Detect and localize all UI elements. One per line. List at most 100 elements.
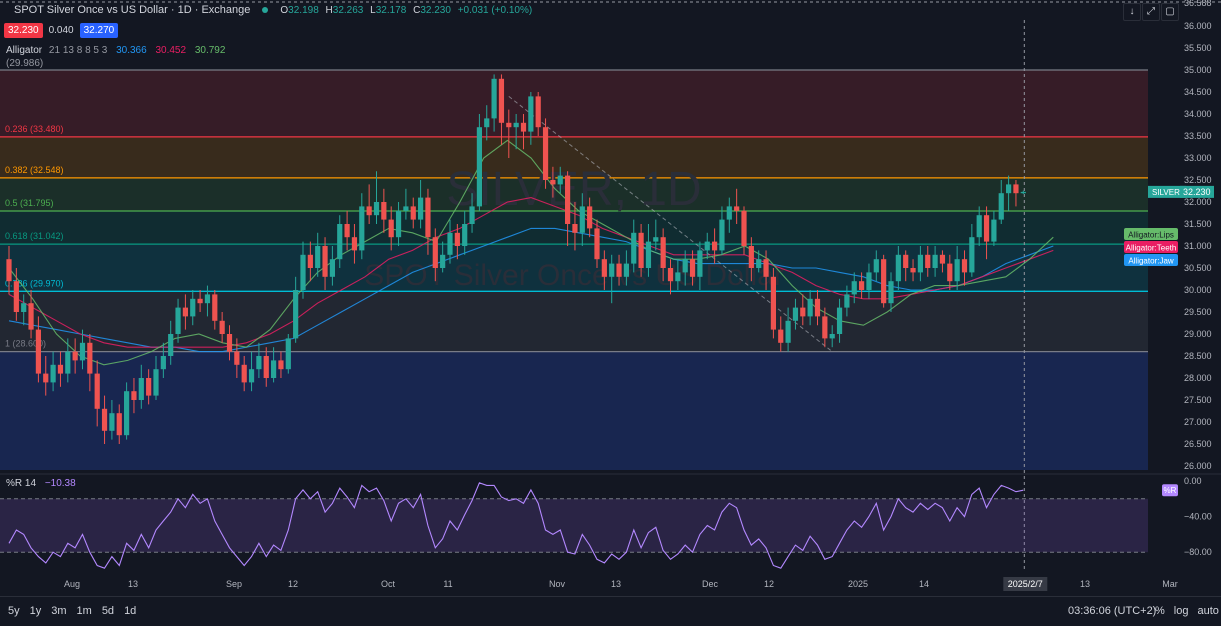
candle [50,364,56,383]
candle [917,254,923,273]
time-tick-label: 13 [611,579,621,589]
williams-tag: %R [1164,486,1177,495]
candle [645,241,652,268]
candle [79,342,86,361]
price-tick-label: 32.500 [1184,175,1212,185]
candle [410,206,416,220]
buy-button[interactable]: 32.270 [79,23,119,38]
candle [337,224,343,260]
candle [763,259,769,277]
candle [329,259,335,277]
alligator-tag-label: Alligator:Lips [1128,231,1174,240]
candle [381,202,387,220]
candle [873,259,879,273]
candle [888,281,894,304]
price-tick-label: 30.500 [1184,263,1212,273]
candle [28,303,34,330]
candle [726,206,732,220]
williams-tick-label: 0.00 [1184,476,1202,486]
candle [425,197,431,238]
candle [844,294,850,308]
candle [557,175,563,185]
time-tick-label: 12 [288,579,298,589]
high-label: H [325,4,333,16]
candle [197,298,203,304]
candle [395,210,402,238]
candle [609,263,615,277]
fib-level-label: 0.618 (31.042) [5,231,64,241]
price-tick-label: 31.500 [1184,219,1212,229]
chart-canvas: 0.236 (33.480) 0.382 (32.548) 0.5 (31.795)… [0,0,1221,591]
candle [285,338,291,370]
candle [322,246,328,277]
candle [638,232,644,268]
percent-toggle[interactable]: % [1155,605,1165,617]
range-3m[interactable]: 3m [51,605,66,617]
time-tick-label: 12 [764,579,774,589]
fib-level-label: 0.382 (32.548) [5,165,64,175]
range-1y[interactable]: 1y [30,605,42,617]
alligator-jaw-value: 30.366 [116,45,147,56]
log-toggle[interactable]: log [1174,605,1189,617]
candle [234,351,240,365]
fullscreen-icon[interactable]: ▢ [1161,3,1179,21]
candle [785,320,791,343]
price-tick-label: 28.000 [1184,373,1212,383]
spread-value: 0.040 [48,25,74,36]
candle [35,329,41,374]
candle [373,202,380,216]
candle [712,241,718,251]
sell-button[interactable]: 32.230 [4,23,43,38]
bottom-toolbar: 5y 1y 3m 1m 5d 1d 03:36:06 (UTC+2) % log… [0,596,1221,626]
candle [6,259,12,282]
williams-tick-label: −40.00 [1184,512,1212,522]
scale-options: % log auto [1155,605,1219,617]
candle [910,268,916,273]
candle [572,224,578,233]
range-1m[interactable]: 1m [77,605,92,617]
range-5y[interactable]: 5y [8,605,20,617]
candle [734,206,740,211]
symbol-title[interactable]: SPOT Silver Once vs US Dollar · 1D · Exc… [14,4,250,16]
price-tick-label: 35.500 [1184,43,1212,53]
alligator-tag-label: Alligator:Teeth [1126,244,1177,253]
expand-icon[interactable]: ⤢ [1142,3,1160,21]
williams-r-legend[interactable]: %R 14 −10.38 [6,478,76,489]
fib-level-label: 0.236 (33.480) [5,124,64,134]
candle [925,254,931,268]
candle [851,281,857,295]
watermark-symbol: SILVER, 1D [446,163,701,216]
alligator-legend[interactable]: Alligator 21 13 8 8 5 3 30.366 30.452 30… [6,45,225,56]
ohlc-values: O32.198 H32.263 L32.178 C32.230 +0.031 (… [276,5,532,16]
collapsed-indicator[interactable]: (29.986) [6,58,43,69]
candle [814,298,821,317]
auto-toggle[interactable]: auto [1197,605,1218,617]
candle [447,232,453,255]
clock[interactable]: 03:36:06 (UTC+2) [1068,605,1156,617]
candle [800,307,806,317]
candle [822,316,828,339]
arrow-down-icon[interactable]: ↓ [1123,3,1141,21]
price-tick-label: 35.000 [1184,65,1212,75]
candle [175,307,181,334]
candle [1020,191,1026,194]
candle [866,272,872,290]
candle [807,298,813,317]
candle [454,232,460,246]
trade-buttons: 32.230 0.040 32.270 [4,23,119,38]
range-1d[interactable]: 1d [124,605,136,617]
candle [315,246,321,268]
candle [94,373,100,409]
candle [271,360,277,378]
candle [601,259,607,277]
price-tick-label: 27.000 [1184,417,1212,427]
candle [116,413,122,436]
candle [219,320,225,334]
range-5d[interactable]: 5d [102,605,114,617]
price-tick-label: 27.500 [1184,395,1212,405]
candle [241,364,247,383]
candle [359,206,365,251]
candle [278,360,284,370]
candle [57,364,64,374]
candle [969,237,975,273]
